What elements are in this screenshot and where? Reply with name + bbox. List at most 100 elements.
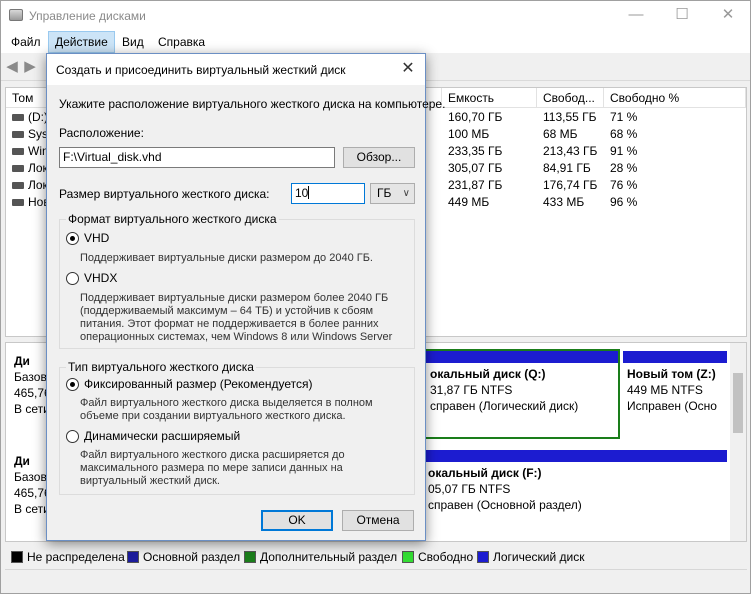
partition-f[interactable]: окальный диск (F:) 05,07 ГБ NTFS справен… xyxy=(424,450,727,536)
legend-label: Свободно xyxy=(418,550,474,564)
dynamic-radio[interactable]: Динамически расширяемый xyxy=(66,428,240,444)
partition-title: окальный диск (Q:) xyxy=(430,367,546,381)
disk-management-icon xyxy=(9,9,23,21)
radio-unselected-icon xyxy=(66,272,79,285)
cancel-button[interactable]: Отмена xyxy=(342,510,414,531)
volume-capacity: 305,07 ГБ xyxy=(448,161,503,175)
fixed-desc-line: Файл виртуального жесткого диска выделяе… xyxy=(80,397,373,409)
fixed-desc-line: объеме при создании виртуального жестког… xyxy=(80,410,346,422)
legend-label: Основной раздел xyxy=(143,550,241,564)
dynamic-label: Динамически расширяемый xyxy=(84,429,241,443)
legend-swatch xyxy=(244,551,256,563)
size-unit-value: ГБ xyxy=(377,186,392,200)
volume-free: 213,43 ГБ xyxy=(543,144,598,158)
format-group: Формат виртуального жесткого диска VHD П… xyxy=(59,212,415,349)
menu-action[interactable]: Действие xyxy=(48,31,115,53)
volume-free: 84,91 ГБ xyxy=(543,161,591,175)
legend-primary: Основной раздел xyxy=(127,550,240,564)
fixed-size-label: Фиксированный размер (Рекомендуется) xyxy=(84,377,313,391)
dialog-close-icon[interactable]: ✕ xyxy=(391,54,425,85)
partition-bar xyxy=(623,351,727,363)
volume-name: Лок xyxy=(28,178,48,192)
browse-button[interactable]: Обзор... xyxy=(343,147,415,168)
format-group-title: Формат виртуального жесткого диска xyxy=(66,212,279,226)
vhdx-desc-line: Поддерживает виртуальные диски размером … xyxy=(80,292,389,304)
size-input[interactable]: 10 xyxy=(291,183,365,204)
volume-name: (D:) xyxy=(28,110,48,124)
legend-label: Дополнительный раздел xyxy=(260,550,398,564)
size-unit-select[interactable]: ГБ ∨ xyxy=(370,183,415,204)
volume-capacity: 231,87 ГБ xyxy=(448,178,503,192)
column-header-free[interactable]: Свобод... xyxy=(537,88,604,108)
type-group-title: Тип виртуального жесткого диска xyxy=(66,360,256,374)
volume-capacity: 449 МБ xyxy=(448,195,490,209)
partition-status: Исправен (Осно xyxy=(627,399,717,413)
ok-button[interactable]: OK xyxy=(261,510,333,531)
legend-swatch xyxy=(11,551,23,563)
volume-free-percent: 91 % xyxy=(610,144,638,158)
disk-management-window: Управление дисками — ☐ ✕ Файл Действие В… xyxy=(0,0,751,594)
partition-z[interactable]: Новый том (Z:) 449 МБ NTFS Исправен (Осн… xyxy=(623,351,727,437)
volume-free: 113,55 ГБ xyxy=(543,110,597,124)
partition-title: окальный диск (F:) xyxy=(428,466,542,480)
dynamic-description: Файл виртуального жесткого диска расширя… xyxy=(80,449,345,488)
size-value: 10 xyxy=(295,186,309,200)
legend-label: Не распределена xyxy=(27,550,125,564)
menu-help[interactable]: Справка xyxy=(152,31,211,53)
status-bar xyxy=(5,569,747,591)
window-title: Управление дисками xyxy=(29,9,146,23)
fixed-size-description: Файл виртуального жесткого диска выделяе… xyxy=(80,397,373,423)
vhdx-desc-line: (поддерживаемый максимум – 64 ТБ) и усто… xyxy=(80,305,374,317)
volume-free: 176,74 ГБ xyxy=(543,178,598,192)
volume-name: Лок xyxy=(28,161,48,175)
back-arrow-icon[interactable]: ◀ xyxy=(4,59,20,75)
legend-swatch xyxy=(402,551,414,563)
vhdx-radio[interactable]: VHDX xyxy=(66,270,117,286)
size-label: Размер виртуального жесткого диска: xyxy=(59,187,270,201)
radio-unselected-icon xyxy=(66,430,79,443)
vhd-description: Поддерживает виртуальные диски размером … xyxy=(80,252,373,264)
partition-q[interactable]: окальный диск (Q:) 31,87 ГБ NTFS справен… xyxy=(424,349,620,439)
dialog-body: Укажите расположение виртуального жестко… xyxy=(47,85,445,540)
partition-size: 449 МБ NTFS xyxy=(627,383,703,397)
volume-free-percent: 28 % xyxy=(610,161,638,175)
dialog-title-bar: Создать и присоединить виртуальный жестк… xyxy=(47,54,425,85)
maximize-button[interactable]: ☐ xyxy=(659,1,705,31)
menu-file[interactable]: Файл xyxy=(5,31,47,53)
forward-arrow-icon[interactable]: ▶ xyxy=(22,59,38,75)
dialog-title: Создать и присоединить виртуальный жестк… xyxy=(56,63,346,77)
vertical-scrollbar[interactable] xyxy=(730,343,746,541)
vhdx-label: VHDX xyxy=(84,271,118,285)
create-vhd-dialog: Создать и присоединить виртуальный жестк… xyxy=(46,53,445,541)
scrollbar-thumb[interactable] xyxy=(733,373,743,433)
vhd-radio[interactable]: VHD xyxy=(66,230,109,246)
dynamic-desc-line: Файл виртуального жесткого диска расширя… xyxy=(80,449,345,461)
volume-free: 68 МБ xyxy=(543,127,578,141)
legend-free: Свободно xyxy=(402,550,473,564)
radio-selected-icon xyxy=(66,378,79,391)
legend-logical: Логический диск xyxy=(477,550,585,564)
partition-status: справен (Логический диск) xyxy=(430,399,579,413)
volume-free: 433 МБ xyxy=(543,195,585,209)
volume-free-percent: 68 % xyxy=(610,127,638,141)
radio-selected-icon xyxy=(66,232,79,245)
volume-name: Win xyxy=(28,144,49,158)
volume-capacity: 160,70 ГБ xyxy=(448,110,503,124)
type-group: Тип виртуального жесткого диска Фиксиров… xyxy=(59,360,415,495)
fixed-size-radio[interactable]: Фиксированный размер (Рекомендуется) xyxy=(66,376,313,392)
vhdx-desc-line: операционных системах, чем Windows 8 или… xyxy=(80,331,393,343)
minimize-button[interactable]: — xyxy=(613,1,659,31)
location-input[interactable]: F:\Virtual_disk.vhd xyxy=(59,147,335,168)
instruction-text: Укажите расположение виртуального жестко… xyxy=(59,97,446,111)
partition-size: 31,87 ГБ NTFS xyxy=(430,383,513,397)
legend: Не распределена Основной раздел Дополнит… xyxy=(5,547,747,567)
partition-size: 05,07 ГБ NTFS xyxy=(428,482,511,496)
vhdx-description: Поддерживает виртуальные диски размером … xyxy=(80,292,392,344)
menu-view[interactable]: Вид xyxy=(116,31,150,53)
column-header-capacity[interactable]: Емкость xyxy=(442,88,537,108)
text-caret xyxy=(308,186,310,199)
dynamic-desc-line: виртуальный жесткий диск. xyxy=(80,475,220,487)
close-button[interactable]: ✕ xyxy=(705,1,750,31)
column-header-free-percent[interactable]: Свободно % xyxy=(604,88,746,108)
legend-unallocated: Не распределена xyxy=(11,550,125,564)
